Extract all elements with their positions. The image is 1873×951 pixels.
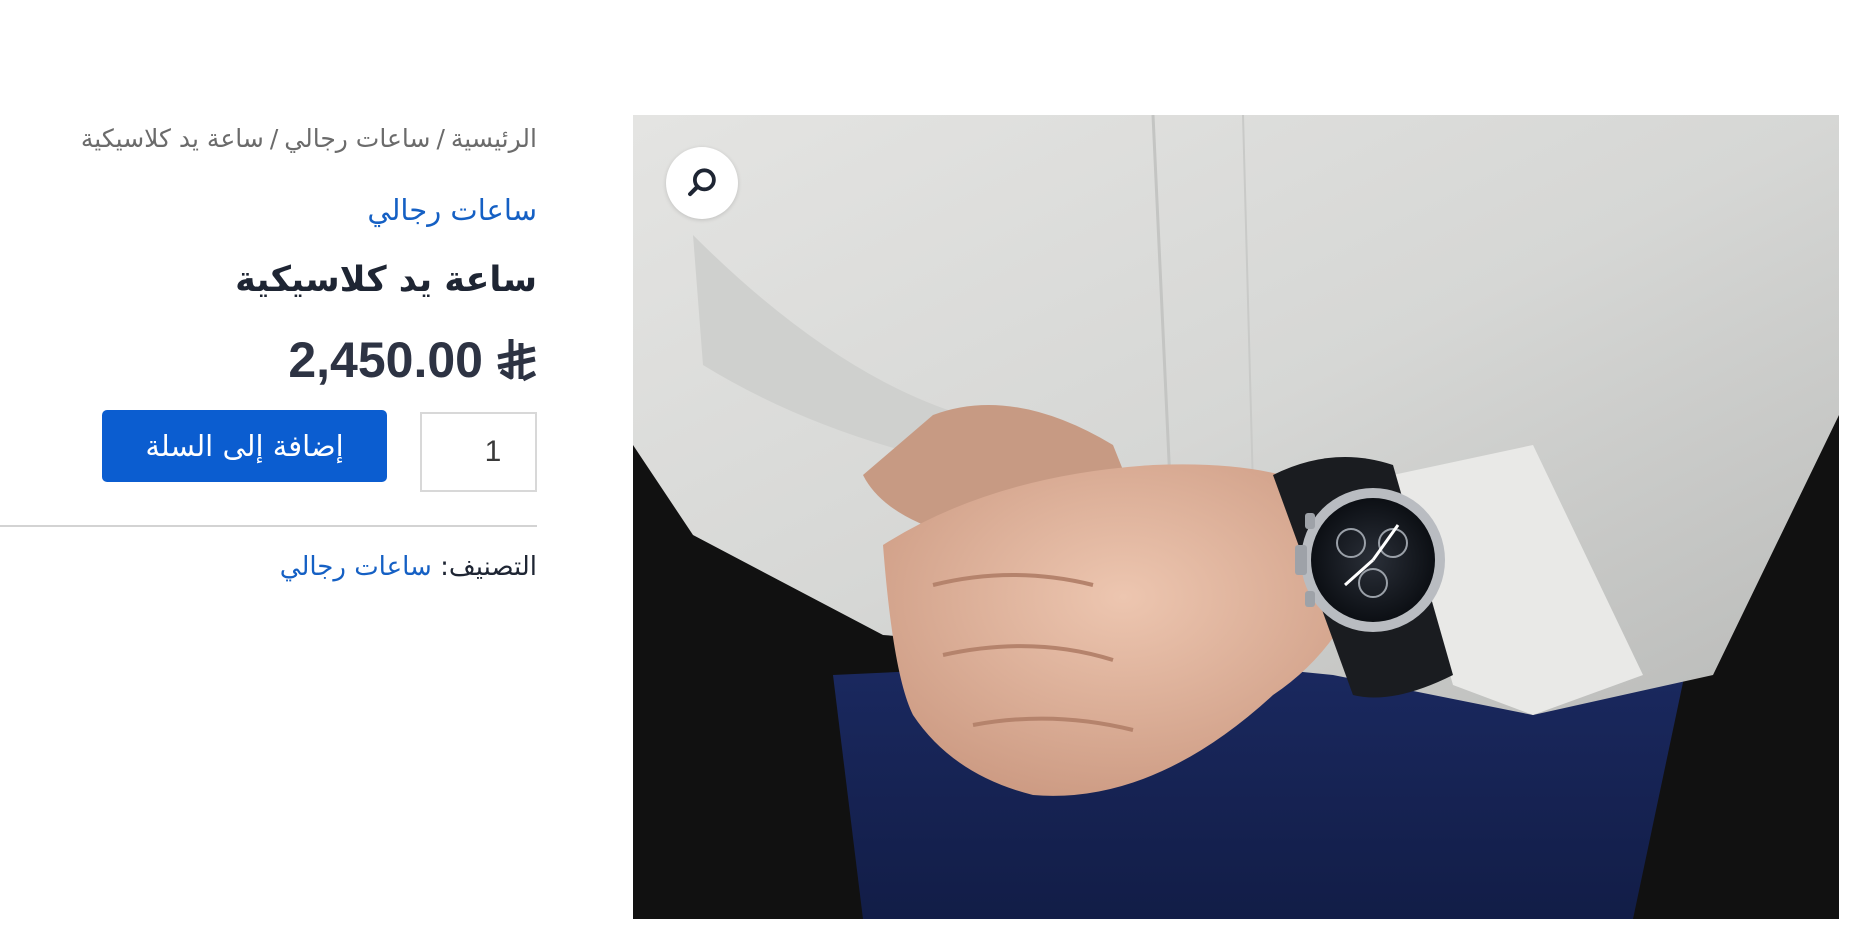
product-meta: التصنيف: ساعات رجالي: [0, 547, 537, 587]
price-amount: 2,450.00: [288, 332, 483, 388]
saudi-riyal-icon: [495, 337, 537, 383]
product-summary: الرئيسية/ساعات رجالي/ساعة يد كلاسيكية سا…: [0, 118, 537, 587]
product-photo: [633, 115, 1839, 919]
product-title: ساعة يد كلاسيكية: [235, 260, 537, 300]
product-category-link[interactable]: ساعات رجالي: [0, 188, 537, 232]
breadcrumb-home[interactable]: الرئيسية: [451, 124, 537, 153]
product-price: 2,450.00: [0, 330, 537, 390]
breadcrumb-separator: /: [269, 124, 279, 153]
meta-category-label: التصنيف:: [440, 552, 537, 582]
zoom-button[interactable]: [666, 147, 738, 219]
divider: [0, 525, 537, 527]
meta-category-link[interactable]: ساعات رجالي: [280, 552, 432, 582]
product-image[interactable]: [633, 115, 1839, 919]
add-to-cart-button[interactable]: إضافة إلى السلة: [102, 410, 387, 482]
breadcrumb-category[interactable]: ساعات رجالي: [284, 124, 430, 153]
search-icon: [688, 168, 716, 197]
breadcrumb-current: ساعة يد كلاسيكية: [80, 124, 264, 153]
breadcrumb-separator: /: [436, 124, 445, 153]
product-page: الرئيسية/ساعات رجالي/ساعة يد كلاسيكية سا…: [0, 0, 1873, 951]
breadcrumb: الرئيسية/ساعات رجالي/ساعة يد كلاسيكية: [0, 118, 537, 160]
quantity-input[interactable]: [420, 412, 537, 492]
add-to-cart-form: إضافة إلى السلة: [0, 410, 537, 492]
